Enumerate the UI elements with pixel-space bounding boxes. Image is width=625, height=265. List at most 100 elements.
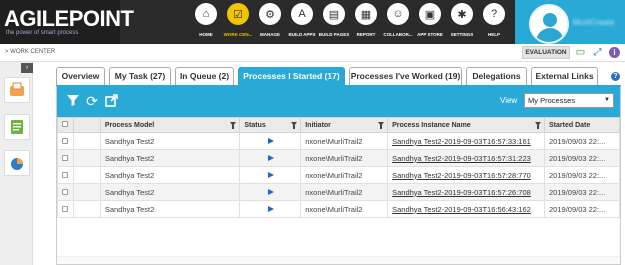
nav-item-build-pages[interactable]: ▤ BUILD PAGES	[318, 3, 350, 41]
table-row[interactable]: Sandhya Test2 nxone\MurliTrail2 Sandhya …	[57, 166, 620, 184]
sidebar-item-tasks[interactable]	[4, 77, 30, 103]
row-checkbox[interactable]	[62, 154, 69, 161]
avatar-body-shape	[536, 28, 564, 42]
row-select[interactable]	[57, 183, 74, 201]
nav-label: WORK CEN...	[223, 32, 253, 37]
cell-instance-link[interactable]: Sandhya Test2-2019-09-03T16:56:43:162	[387, 200, 546, 218]
nav-label: COLLABOR...	[383, 32, 413, 37]
column-header-started-date[interactable]: Started Date	[544, 117, 620, 133]
tab-overview[interactable]: Overview	[56, 67, 105, 85]
view-label: View	[500, 96, 518, 105]
cell-instance-link[interactable]: Sandhya Test2-2019-09-03T16:57:28:770	[387, 166, 546, 184]
sub-bar: > WORK CENTER EVALUATION ▭ ⤢ i	[0, 44, 625, 62]
cell-started-date: 2019/09/03 22:...	[544, 166, 620, 184]
cell-initiator: nxone\MurliTrail2	[300, 166, 389, 184]
select-all-checkbox[interactable]	[62, 121, 69, 127]
nav-item-settings[interactable]: ✱ SETTINGS	[446, 3, 478, 41]
nav-item-help[interactable]: ? HELP	[478, 3, 510, 41]
home-icon: ⌂	[195, 3, 217, 25]
running-status-icon	[268, 188, 275, 195]
sidebar-item-forms[interactable]	[4, 114, 30, 140]
row-checkbox[interactable]	[62, 188, 69, 195]
cell-status	[239, 132, 302, 150]
running-status-icon	[268, 154, 275, 161]
export-icon[interactable]	[104, 93, 120, 109]
cell-instance-link[interactable]: Sandhya Test2-2019-09-03T16:57:31:223	[387, 149, 546, 167]
build-apps-icon: A	[291, 3, 313, 25]
row-select[interactable]	[57, 132, 74, 150]
column-header-process-instance-name[interactable]: Process Instance Name	[387, 117, 546, 133]
nav-item-work-center[interactable]: ☑ WORK CEN...	[222, 3, 254, 41]
cell-process-model: Sandhya Test2	[99, 132, 241, 150]
settings-icon: ✱	[451, 3, 473, 25]
horizontal-scrollbar[interactable]	[57, 256, 620, 264]
running-status-icon	[268, 171, 275, 178]
column-header-process-model[interactable]: Process Model	[99, 117, 241, 133]
nav-item-build-apps[interactable]: A BUILD APPS	[286, 3, 318, 41]
expand-icon[interactable]: ⤢	[592, 47, 603, 58]
user-menu[interactable]: MurliCreate	[515, 0, 625, 44]
info-icon[interactable]: i	[609, 47, 620, 58]
row-select[interactable]	[57, 200, 74, 218]
table-row[interactable]: Sandhya Test2 nxone\MurliTrail2 Sandhya …	[57, 200, 620, 218]
row-checkbox[interactable]	[62, 171, 69, 178]
running-status-icon	[268, 137, 275, 144]
cell-status	[239, 149, 302, 167]
agilepoint-logo[interactable]: AGILEPOINT the power of smart process	[0, 0, 134, 44]
table-row[interactable]: Sandhya Test2 nxone\MurliTrail2 Sandhya …	[57, 183, 620, 201]
tab-my-task[interactable]: My Task (27)	[109, 67, 171, 85]
tab-in-queue[interactable]: In Queue (2)	[175, 67, 234, 85]
chevron-down-icon: ▼	[604, 97, 610, 103]
table-row[interactable]: Sandhya Test2 nxone\MurliTrail2 Sandhya …	[57, 132, 620, 150]
main-nav: ⌂ HOME ☑ WORK CEN... ⚙ MANAGE A BUILD AP…	[190, 3, 510, 41]
filter-icon[interactable]	[65, 93, 81, 109]
table-row[interactable]: Sandhya Test2 nxone\MurliTrail2 Sandhya …	[57, 149, 620, 167]
tab-external-links[interactable]: External Links	[531, 67, 598, 85]
filter-icon[interactable]	[535, 122, 542, 129]
nav-item-app-store[interactable]: ▣ APP STORE	[414, 3, 446, 41]
cell-started-date: 2019/09/03 22:...	[544, 149, 620, 167]
processes-panel: ⟳ View My Processes ▼ Process Model Stat…	[56, 85, 621, 265]
filter-icon[interactable]	[378, 122, 385, 129]
cell-instance-link[interactable]: Sandhya Test2-2019-09-03T16:57:26:708	[387, 183, 546, 201]
cell-started-date: 2019/09/03 22:...	[544, 183, 620, 201]
evaluation-badge[interactable]: EVALUATION	[522, 46, 570, 59]
row-checkbox[interactable]	[62, 205, 69, 212]
report-icon: ▦	[355, 3, 377, 25]
column-header-initiator[interactable]: Initiator	[300, 117, 389, 133]
nav-label: SETTINGS	[450, 32, 474, 37]
user-name: MurliCreate	[573, 18, 615, 27]
nav-item-collaborate[interactable]: ☺ COLLABOR...	[382, 3, 414, 41]
cell-initiator: nxone\MurliTrail2	[300, 132, 389, 150]
view-select-value: My Processes	[528, 96, 576, 105]
row-checkbox[interactable]	[62, 137, 69, 144]
refresh-icon[interactable]: ⟳	[84, 93, 100, 109]
cell-initiator: nxone\MurliTrail2	[300, 183, 389, 201]
row-select[interactable]	[57, 166, 74, 184]
view-select[interactable]: My Processes ▼	[524, 93, 614, 108]
column-header-status[interactable]: Status	[239, 117, 302, 133]
row-expand-cell	[72, 183, 101, 201]
select-all-header[interactable]	[57, 117, 74, 133]
nav-item-home[interactable]: ⌂ HOME	[190, 3, 222, 41]
avatar-head-shape	[543, 13, 557, 27]
filter-icon[interactable]	[291, 122, 298, 129]
monitor-icon[interactable]: ▭	[575, 47, 586, 58]
row-expand-cell	[72, 200, 101, 218]
sidebar-item-reports[interactable]	[4, 150, 30, 176]
cell-status	[239, 183, 302, 201]
row-select[interactable]	[57, 149, 74, 167]
cell-status	[239, 166, 302, 184]
help-icon[interactable]: ?	[611, 72, 620, 81]
nav-item-manage[interactable]: ⚙ MANAGE	[254, 3, 286, 41]
tab-processes-i-started[interactable]: Processes I Started (17)	[238, 67, 345, 85]
collapse-sidebar-icon[interactable]: ›	[21, 63, 33, 73]
nav-item-report[interactable]: ▦ REPORT	[350, 3, 382, 41]
build-pages-icon: ▤	[323, 3, 345, 25]
filter-icon[interactable]	[230, 122, 237, 129]
cell-instance-link[interactable]: Sandhya Test2-2019-09-03T16:57:33:161	[387, 132, 546, 150]
tab-processes-ive-worked[interactable]: Processes I've Worked (19)	[349, 67, 462, 85]
panel-toolbar: ⟳ View My Processes ▼	[57, 87, 620, 117]
tab-delegations[interactable]: Delegations	[466, 67, 527, 85]
nav-label: REPORT	[356, 32, 376, 37]
